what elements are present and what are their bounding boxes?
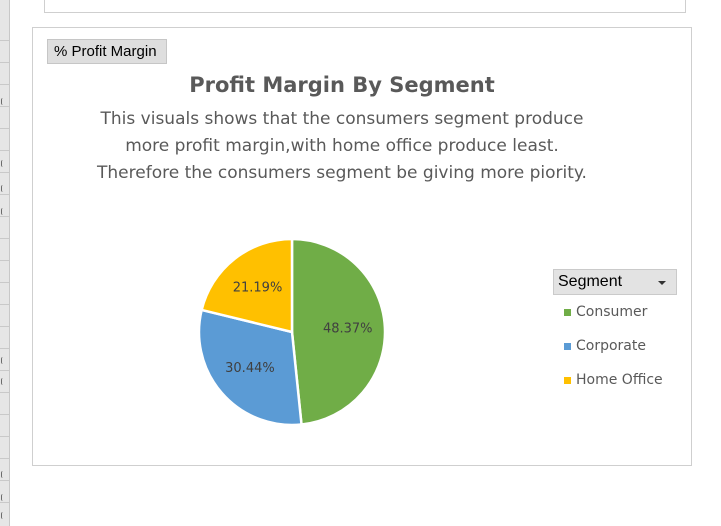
data-label-corporate: 30.44% [225,361,275,376]
pie-chart: 48.37% 30.44% 21.19% [197,237,387,427]
legend-swatch [564,343,571,350]
legend-label: Home Office [576,372,663,388]
legend-label: Consumer [576,304,648,320]
data-label-consumer: 48.37% [323,322,373,337]
dropdown-arrow-icon [658,281,666,285]
legend-title: Segment [558,273,623,290]
segment-filter-dropdown[interactable]: Segment [553,269,677,295]
legend-label: Corporate [576,338,646,354]
legend-swatch [564,377,571,384]
legend-swatch [564,309,571,316]
data-label-home-office: 21.19% [233,281,283,296]
